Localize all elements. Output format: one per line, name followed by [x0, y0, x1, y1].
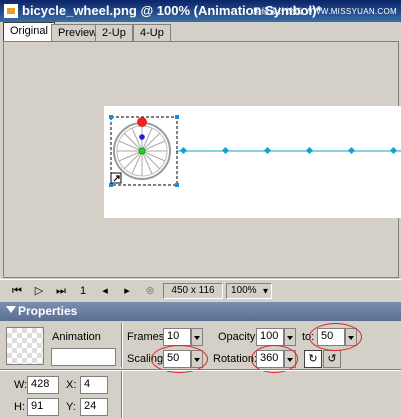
opacity-to-dropdown-button[interactable] — [345, 328, 357, 346]
keyframe-point — [221, 146, 230, 155]
chevron-down-icon: ▾ — [262, 286, 268, 297]
zoom-level: 100% — [231, 285, 257, 296]
divider — [0, 369, 401, 371]
y-label: Y: — [66, 401, 76, 413]
symbol-type-label: Animation — [52, 331, 101, 343]
title-bar[interactable]: bicycle_wheel.png @ 100% (Animation Symb… — [0, 0, 401, 22]
divider — [121, 323, 123, 367]
height-field[interactable]: 91 — [27, 398, 59, 416]
rotation-label: Rotation: — [213, 353, 258, 365]
scaling-dropdown-button[interactable] — [191, 350, 203, 368]
x-field[interactable]: 4 — [80, 376, 108, 394]
document-canvas[interactable] — [104, 106, 401, 218]
view-tabs: Original Preview 2-Up 4-Up — [0, 22, 401, 41]
properties-panel-header[interactable]: Properties — [0, 302, 401, 321]
png-document-icon — [4, 4, 18, 18]
play-icon[interactable]: ▷ — [32, 284, 46, 298]
tab-4-up[interactable]: 4-Up — [133, 24, 171, 41]
height-label: H: — [14, 401, 25, 413]
width-field[interactable]: 428 — [27, 376, 59, 394]
keyframe-point — [263, 146, 272, 155]
rotate-counterclockwise-button[interactable]: ↺ — [323, 350, 341, 368]
keyframe-point — [347, 146, 356, 155]
opacity-to-label: to: — [302, 331, 315, 343]
stop-icon[interactable]: ⊗ — [143, 284, 157, 298]
opacity-label: Opacity: — [218, 331, 259, 343]
previous-frame-icon[interactable]: ◂ — [98, 284, 112, 298]
width-label: W: — [14, 379, 28, 391]
rotation-dropdown-button[interactable] — [284, 350, 296, 368]
symbol-thumbnail — [6, 327, 44, 365]
properties-panel: Animation Frames: 10 Opacity: 100 to: 50… — [0, 321, 401, 418]
last-frame-icon[interactable]: ⏭ — [54, 284, 68, 298]
opacity-to-field[interactable]: 50 — [317, 328, 345, 346]
rotation-field[interactable]: 360 — [256, 350, 284, 368]
symbol-instance-arrow-icon — [110, 172, 122, 184]
first-frame-icon[interactable]: ⏮ — [10, 284, 24, 298]
symbol-name-field[interactable] — [51, 348, 116, 366]
scaling-label: Scaling: — [127, 353, 167, 365]
opacity-from-field[interactable]: 100 — [256, 328, 284, 346]
fireworks-document-window: bicycle_wheel.png @ 100% (Animation Symb… — [0, 0, 401, 418]
next-frame-icon[interactable]: ▸ — [120, 284, 134, 298]
frames-field[interactable]: 10 — [163, 328, 191, 346]
keyframe-point — [305, 146, 314, 155]
frames-dropdown-button[interactable] — [191, 328, 203, 346]
frames-label: Frames: — [127, 331, 168, 343]
canvas-size-readout[interactable]: 450 x 116 — [163, 283, 223, 299]
status-bar: ⏮ ▷ ⏭ 1 ◂ ▸ ⊗ 450 x 116 100% ▾ — [0, 279, 401, 301]
current-frame-number: 1 — [79, 285, 87, 297]
rotate-clockwise-button[interactable]: ↻ — [304, 350, 322, 368]
keyframe-point — [389, 146, 398, 155]
tab-original[interactable]: Original — [3, 22, 55, 41]
y-field[interactable]: 24 — [80, 398, 108, 416]
tab-2-up[interactable]: 2-Up — [95, 24, 133, 41]
scaling-field[interactable]: 50 — [163, 350, 191, 368]
zoom-select[interactable]: 100% ▾ — [226, 283, 272, 299]
divider — [121, 371, 123, 418]
animation-symbol-drawing[interactable] — [104, 106, 401, 218]
collapse-arrow-icon[interactable] — [6, 306, 16, 313]
x-label: X: — [66, 379, 77, 391]
watermark: 思缘设计论坛 WWW.MISSYUAN.COM — [252, 7, 397, 16]
canvas-workspace[interactable] — [3, 41, 401, 278]
properties-title: Properties — [18, 304, 78, 318]
keyframe-point — [179, 146, 188, 155]
bicycle-wheel-icon — [113, 117, 171, 180]
opacity-from-dropdown-button[interactable] — [284, 328, 296, 346]
